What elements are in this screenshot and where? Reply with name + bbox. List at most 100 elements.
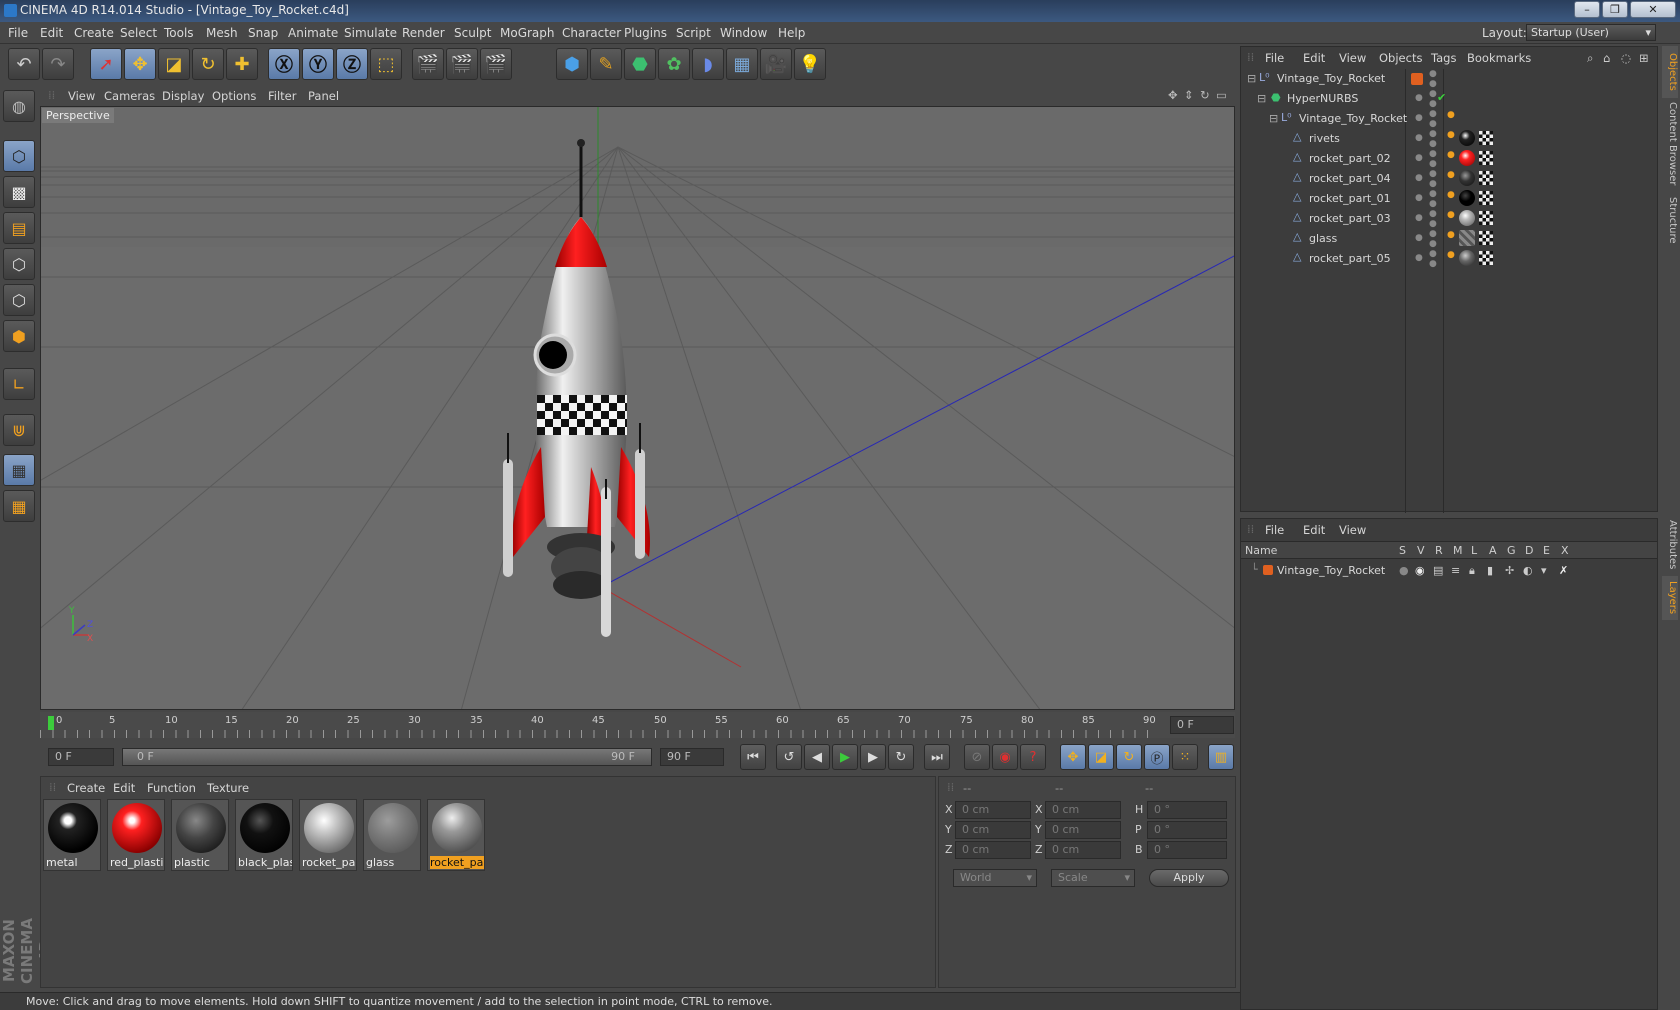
visibility-dot-icon[interactable]: ● (1415, 173, 1423, 183)
uvw-tag-icon[interactable] (1479, 151, 1493, 165)
tag-phong-icon[interactable]: ● (1447, 210, 1455, 220)
menu-render[interactable]: Render (402, 26, 445, 40)
frame-range-slider[interactable]: 0 F 90 F (122, 748, 652, 766)
tag-phong-icon[interactable]: ● (1447, 130, 1455, 140)
lock-icon[interactable]: 🔒︎ (1469, 564, 1475, 578)
layer-color-icon[interactable] (1263, 565, 1273, 575)
coord-type-select[interactable]: Scale ▾ (1051, 869, 1135, 887)
visibility-dots-icon[interactable]: ● ● (1429, 209, 1437, 229)
visibility-dots-icon[interactable]: ● ● (1429, 69, 1437, 89)
menu-animate[interactable]: Animate (288, 26, 338, 40)
uvw-tag-icon[interactable] (1479, 131, 1493, 145)
material-tag-icon[interactable] (1459, 250, 1475, 266)
menu-mograph[interactable]: MoGraph (500, 26, 555, 40)
menu-edit[interactable]: Edit (40, 26, 63, 40)
material-tag-icon[interactable] (1459, 130, 1475, 146)
visibility-dots-icon[interactable]: ● ● (1429, 189, 1437, 209)
make-editable-button[interactable]: ◍ (3, 90, 35, 122)
visibility-dots-icon[interactable]: ● ● (1429, 229, 1437, 249)
material-swatch[interactable]: rocket_part (299, 799, 357, 871)
visibility-dot-icon[interactable]: ● (1415, 213, 1423, 223)
keyframe-selection-button[interactable]: ? (1020, 744, 1046, 770)
vp-menu-cameras[interactable]: Cameras (104, 89, 155, 103)
position-x-field[interactable]: 0 cm (955, 801, 1031, 819)
obj-menu-tags[interactable]: Tags (1431, 51, 1456, 65)
object-row[interactable]: △ rocket_part_04 ● ● ● ● (1241, 169, 1657, 189)
material-tag-icon[interactable] (1459, 230, 1475, 246)
goto-end-button[interactable]: ⏭ (924, 744, 950, 770)
object-row[interactable]: ⊟ ⬣ HyperNURBS ● ● ● ✔ (1241, 89, 1657, 109)
manager-icon[interactable]: ≡ (1451, 564, 1460, 577)
home-icon[interactable]: ⌂ (1603, 51, 1610, 65)
key-rotation-button[interactable]: ↻ (1116, 744, 1142, 770)
play-button[interactable]: ▶ (832, 744, 858, 770)
y-axis-button[interactable]: Ⓨ (302, 48, 334, 80)
viewport-perspective[interactable]: Y Z X Perspective (40, 106, 1235, 710)
rotation-p-field[interactable]: 0 ° (1147, 821, 1227, 839)
checkmark-icon[interactable]: ✔ (1437, 91, 1446, 104)
vp-pan-icon[interactable]: ✥ (1168, 88, 1178, 102)
menu-simulate[interactable]: Simulate (344, 26, 397, 40)
prev-key-button[interactable]: ↺ (776, 744, 802, 770)
visibility-dot-icon[interactable]: ● (1415, 133, 1423, 143)
visibility-dots-icon[interactable]: ● ● (1429, 249, 1437, 269)
tab-objects[interactable]: Objects (1662, 46, 1678, 98)
timeline-ruler[interactable]: 0 5 10 15 20 25 30 35 40 45 50 55 60 65 … (40, 712, 1235, 738)
render-settings-button[interactable]: 🎬 (480, 48, 512, 80)
current-frame-marker[interactable] (48, 716, 54, 730)
search-icon[interactable]: ⌕ (1587, 51, 1593, 66)
floor-button[interactable]: ▦ (726, 48, 758, 80)
menu-help[interactable]: Help (778, 26, 805, 40)
uvw-tag-icon[interactable] (1479, 191, 1493, 205)
z-axis-button[interactable]: Ⓩ (336, 48, 368, 80)
record-keys-button[interactable]: ⊘ (964, 744, 990, 770)
eye-icon[interactable]: ◉ (1415, 564, 1425, 577)
redo-button[interactable]: ↷ (42, 48, 74, 80)
array-button[interactable]: ✿ (658, 48, 690, 80)
visibility-dots-icon[interactable]: ● ● (1429, 109, 1437, 129)
tag-phong-icon[interactable]: ● (1447, 250, 1455, 260)
object-row[interactable]: △ glass ● ● ● ● (1241, 229, 1657, 249)
axis-mode-button[interactable]: ∟ (3, 368, 35, 400)
obj-menu-bookmarks[interactable]: Bookmarks (1467, 51, 1531, 65)
x-axis-button[interactable]: Ⓧ (268, 48, 300, 80)
nurbs-button[interactable]: ⬣ (624, 48, 656, 80)
ring-icon[interactable]: ◌ (1621, 51, 1631, 65)
coordinate-system-button[interactable]: ⬚ (370, 48, 402, 80)
next-key-button[interactable]: ↻ (888, 744, 914, 770)
visibility-dots-icon[interactable]: ● ● (1429, 89, 1437, 109)
vp-menu-view[interactable]: View (68, 89, 95, 103)
menu-window[interactable]: Window (720, 26, 767, 40)
visibility-dot-icon[interactable]: ● (1415, 233, 1423, 243)
planar-workplane-button[interactable]: ▦ (3, 490, 35, 522)
rotation-h-field[interactable]: 0 ° (1147, 801, 1227, 819)
visibility-dots-icon[interactable]: ● ● (1429, 149, 1437, 169)
texture-mode-button[interactable]: ▩ (3, 176, 35, 208)
render-view-button[interactable]: 🎬 (412, 48, 444, 80)
mat-menu-function[interactable]: Function (147, 781, 196, 795)
maximize-button[interactable]: ❐ (1602, 1, 1628, 18)
menu-character[interactable]: Character (562, 26, 621, 40)
uvw-tag-icon[interactable] (1479, 171, 1493, 185)
undo-button[interactable]: ↶ (8, 48, 40, 80)
material-tag-icon[interactable] (1459, 190, 1475, 206)
apply-button[interactable]: Apply (1149, 869, 1229, 887)
vp-menu-options[interactable]: Options (212, 89, 256, 103)
deformer-button[interactable]: ◗ (692, 48, 724, 80)
layer-row[interactable]: └ Vintage_Toy_Rocket ● ◉ ▤ ≡ 🔒︎ ▮ ✢ ◐ ▾ … (1241, 561, 1657, 581)
recent-tool-button[interactable]: ✚ (226, 48, 258, 80)
camera-button[interactable]: 🎥 (760, 48, 792, 80)
snap-button[interactable]: ⋓ (3, 414, 35, 446)
spline-button[interactable]: ✎ (590, 48, 622, 80)
vp-menu-filter[interactable]: Filter (268, 89, 296, 103)
material-tag-icon[interactable] (1459, 170, 1475, 186)
edges-mode-button[interactable]: ⬡ (3, 284, 35, 316)
points-mode-button[interactable]: ⬡ (3, 248, 35, 280)
size-y-field[interactable]: 0 cm (1045, 821, 1121, 839)
mat-menu-create[interactable]: Create (67, 781, 105, 795)
autokey-button[interactable]: ◉ (992, 744, 1018, 770)
vp-menu-panel[interactable]: Panel (308, 89, 339, 103)
close-button[interactable]: ✕ (1630, 1, 1676, 18)
goto-start-button[interactable]: ⏮ (740, 744, 766, 770)
obj-menu-edit[interactable]: Edit (1303, 51, 1325, 65)
